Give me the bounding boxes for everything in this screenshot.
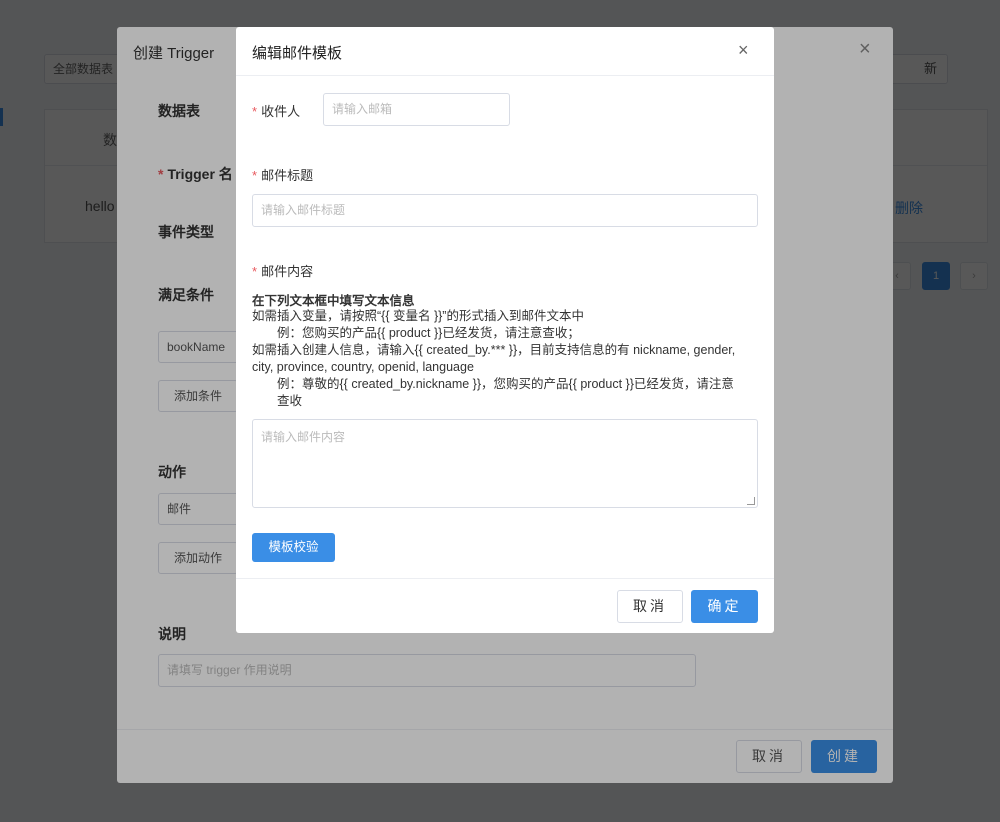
validate-template-button[interactable]: 模板校验: [252, 533, 335, 562]
required-marker: *: [252, 104, 258, 119]
recipient-email-input[interactable]: 请输入邮箱: [323, 93, 510, 126]
hint-line: 如需插入创建人信息，请输入{{ created_by.*** }}，目前支持信息…: [252, 343, 736, 357]
email-template-dialog: 编辑邮件模板 × * 收件人 请输入邮箱 * 邮件标题 请输入邮件标题 * 邮件内容 …: [236, 27, 774, 633]
cancel-button[interactable]: 取消: [617, 590, 683, 623]
content-textarea[interactable]: 请输入邮件内容: [252, 419, 758, 508]
resize-handle-icon[interactable]: [747, 497, 755, 505]
hint-title: 在下列文本框中填写文本信息: [252, 294, 415, 308]
confirm-button[interactable]: 确定: [691, 590, 758, 623]
content-label-text: 邮件内容: [261, 264, 314, 279]
subject-label-text: 邮件标题: [261, 168, 314, 183]
hint-line: 如需插入变量，请按照“{{ 变量名 }}”的形式插入到邮件文本中: [252, 309, 584, 323]
content-placeholder: 请输入邮件内容: [261, 430, 346, 444]
hint-line: 例：尊敬的{{ created_by.nickname }}，您购买的产品{{ …: [277, 377, 734, 391]
close-icon[interactable]: ×: [738, 40, 749, 60]
recipient-label-text: 收件人: [261, 104, 301, 119]
required-marker: *: [252, 264, 258, 279]
hint-line: city, province, country, openid, languag…: [252, 360, 474, 374]
recipient-label: * 收件人: [252, 101, 300, 120]
hint-line: 查收: [277, 394, 303, 408]
subject-input[interactable]: 请输入邮件标题: [252, 194, 758, 227]
dialog-title: 编辑邮件模板: [252, 45, 343, 62]
dialog-header-divider: [236, 75, 774, 76]
dialog-footer-divider: [236, 578, 774, 579]
required-marker: *: [252, 168, 258, 183]
hint-line: 例：您购买的产品{{ product }}已经发货，请注意查收；: [277, 326, 580, 340]
content-label: * 邮件内容: [252, 261, 313, 280]
subject-label: * 邮件标题: [252, 165, 313, 184]
